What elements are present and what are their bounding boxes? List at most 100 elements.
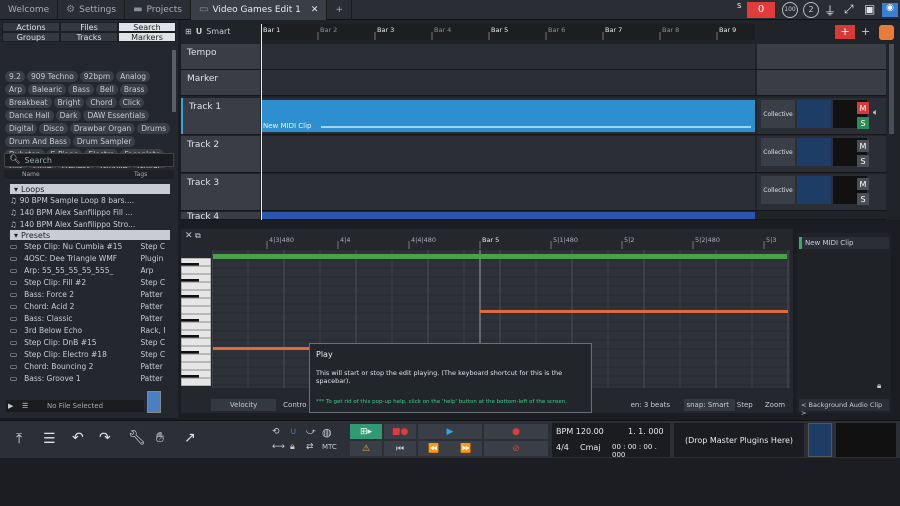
loops-group[interactable]: ▾ Loops bbox=[10, 184, 170, 194]
lock-icon[interactable]: 🔒︎ bbox=[290, 442, 295, 452]
loop-icon[interactable]: ⟲ bbox=[272, 427, 280, 437]
track-1-name[interactable]: Track 1 bbox=[181, 98, 260, 134]
white-key[interactable] bbox=[180, 353, 212, 363]
col-name-header[interactable]: Name bbox=[4, 171, 134, 178]
add-track-button[interactable]: + bbox=[835, 25, 855, 39]
track-4-name[interactable]: Track 4 bbox=[181, 212, 260, 219]
plugin-thumb[interactable] bbox=[797, 100, 831, 128]
white-key[interactable] bbox=[180, 265, 212, 275]
track-3-name[interactable]: Track 3 bbox=[181, 174, 260, 210]
mute-button[interactable]: M bbox=[857, 140, 869, 152]
solo-button[interactable]: S bbox=[857, 193, 869, 205]
tag-chip[interactable]: Brass bbox=[119, 84, 149, 95]
marker-lane[interactable] bbox=[261, 70, 755, 95]
tab-projects[interactable]: ▬ Projects bbox=[125, 0, 191, 20]
list-item[interactable]: ▭ Bass: Groove 1 Patter bbox=[10, 372, 170, 384]
list-item[interactable]: ▭ 3rd Below Echo Rack, I bbox=[10, 324, 170, 336]
upload-icon[interactable]: ⤒ bbox=[16, 431, 22, 447]
expand-icon[interactable]: ⤢ bbox=[844, 2, 854, 17]
list-item[interactable]: ♫ 140 BPM Alex Sanfilippo Stro... bbox=[10, 218, 170, 230]
bar-ruler[interactable]: Bar 1 Bar 2 Bar 3 Bar 4 Bar 5 Bar 6 Bar 7 Bar 8… bbox=[260, 24, 755, 40]
editor-ruler[interactable]: 4|3|480 4|4 4|4|480 Bar 5 5|1|480 5|2 5|2|480 5… bbox=[212, 233, 790, 249]
marker-track-name[interactable]: Marker bbox=[181, 70, 260, 95]
plug-icon[interactable]: ⏚ bbox=[824, 2, 836, 19]
tracks-button[interactable]: Tracks bbox=[60, 32, 118, 42]
list-item[interactable]: ▭ Bass: Force 2 Patter bbox=[10, 288, 170, 300]
wrench-icon[interactable]: 🔧︎ bbox=[128, 430, 146, 446]
key-display[interactable]: Cmaj bbox=[580, 443, 601, 452]
settings-icon[interactable] bbox=[879, 25, 894, 40]
speaker-icon[interactable]: 🔈︎ bbox=[873, 108, 878, 118]
menu-icon[interactable]: ☰ bbox=[22, 402, 28, 410]
plugin-collective[interactable]: Collective bbox=[761, 100, 795, 128]
stop-record-button[interactable]: ■● bbox=[384, 424, 416, 439]
magnet-icon[interactable]: ∪ bbox=[290, 427, 297, 437]
list-item[interactable]: ▭ Step Clip: DnB #15 Step C bbox=[10, 336, 170, 348]
badge-2[interactable]: 2 bbox=[803, 2, 819, 18]
close-icon[interactable]: ✕ bbox=[311, 5, 319, 15]
velocity-tab[interactable]: Velocity bbox=[211, 399, 277, 411]
tracks-scrollbar[interactable] bbox=[889, 44, 894, 134]
controller-tab[interactable]: Contro bbox=[276, 399, 313, 411]
plugin-collective[interactable]: Collective bbox=[761, 138, 795, 166]
white-key[interactable] bbox=[180, 337, 212, 347]
track-4-lane[interactable] bbox=[261, 212, 755, 219]
list-item[interactable]: ▭ Step Clip: Electro #18 Step C bbox=[10, 348, 170, 360]
tag-chip[interactable]: Balearic bbox=[27, 84, 67, 95]
list-item[interactable]: ▭ Chord: Acid 2 Patter bbox=[10, 300, 170, 312]
lock-icon[interactable]: 🔒︎ bbox=[877, 381, 881, 391]
tag-chip[interactable]: 92bpm bbox=[79, 71, 115, 82]
list-item[interactable]: ▭ Step Clip: Fill #2 Step C bbox=[10, 276, 170, 288]
list-item[interactable]: ♫ 90 BPM Sample Loop 8 bars.... bbox=[10, 194, 170, 206]
list-item[interactable]: ▭ Chord: Bouncing 2 Patter bbox=[10, 360, 170, 372]
tag-chip[interactable]: Digital bbox=[5, 123, 38, 134]
piano-keys[interactable] bbox=[180, 257, 212, 387]
tag-chip[interactable]: Breakbeat bbox=[5, 97, 52, 108]
tag-chip[interactable]: Disco bbox=[39, 123, 68, 134]
tag-chip[interactable]: Drum Sampler bbox=[72, 136, 136, 147]
record-mode-button[interactable]: ⊞▸ bbox=[350, 424, 382, 439]
tab-welcome[interactable]: Welcome bbox=[0, 0, 59, 20]
menu-icon[interactable]: ☰ bbox=[43, 431, 56, 447]
plugin-thumb[interactable] bbox=[797, 176, 831, 204]
list-item[interactable]: ▭ Bass: Classic Patter bbox=[10, 312, 170, 324]
master-volume[interactable] bbox=[808, 423, 832, 457]
tag-chip[interactable]: 909 Techno bbox=[26, 71, 78, 82]
tag-chip[interactable]: Drawbar Organ bbox=[69, 123, 136, 134]
time-display[interactable]: BPM 120.00 1. 1. 000 4/4 Cmaj 00 : 00 : … bbox=[552, 423, 670, 459]
bpm-display[interactable]: BPM 120.00 bbox=[556, 427, 604, 436]
window-icon[interactable]: ▣ bbox=[864, 2, 875, 16]
playhead[interactable] bbox=[261, 24, 262, 220]
midi-clip[interactable]: New MIDI Clip bbox=[261, 100, 755, 132]
presets-group[interactable]: ▾ Presets bbox=[10, 230, 170, 240]
white-key[interactable] bbox=[180, 361, 212, 371]
midi-note[interactable] bbox=[213, 347, 313, 350]
tag-chip[interactable]: DAW Essentials bbox=[83, 110, 150, 121]
tag-chip[interactable]: Dance Hall bbox=[5, 110, 54, 121]
tag-chip[interactable]: Drums bbox=[137, 123, 171, 134]
solo-button[interactable]: S bbox=[857, 155, 869, 167]
white-key[interactable] bbox=[180, 321, 212, 331]
track-2-name[interactable]: Track 2 bbox=[181, 136, 260, 172]
search-input[interactable]: Search bbox=[24, 156, 51, 165]
master-plugins-dropzone[interactable]: (Drop Master Plugins Here) bbox=[674, 423, 804, 457]
fast-forward-button[interactable]: ⏩ bbox=[450, 441, 482, 456]
zoom-button[interactable]: Zoom bbox=[763, 399, 791, 411]
clip-list-item[interactable]: New MIDI Clip bbox=[799, 237, 889, 249]
tag-chip[interactable]: Chord bbox=[86, 97, 117, 108]
screen-length-label[interactable]: en: 3 beats bbox=[629, 399, 685, 411]
close-icon[interactable]: ✕ bbox=[185, 231, 193, 241]
track-2-lane[interactable] bbox=[261, 136, 755, 172]
white-key[interactable] bbox=[180, 281, 212, 291]
u-icon[interactable]: U bbox=[196, 27, 203, 36]
background-clip[interactable]: < Background Audio Clip > bbox=[799, 399, 889, 417]
files-button[interactable]: Files bbox=[60, 22, 118, 32]
tag-chip[interactable]: Bass bbox=[68, 84, 94, 95]
plugin-collective[interactable]: Collective bbox=[761, 176, 795, 204]
tag-chip[interactable]: Arp bbox=[5, 84, 26, 95]
disarm-button[interactable]: ⊘ bbox=[484, 441, 548, 456]
white-key[interactable] bbox=[180, 305, 212, 315]
new-tab-button[interactable]: + bbox=[327, 0, 352, 20]
tab-edit[interactable]: ▭ Video Games Edit 1 ✕ bbox=[191, 0, 328, 20]
markers-button[interactable]: Markers bbox=[118, 32, 176, 42]
